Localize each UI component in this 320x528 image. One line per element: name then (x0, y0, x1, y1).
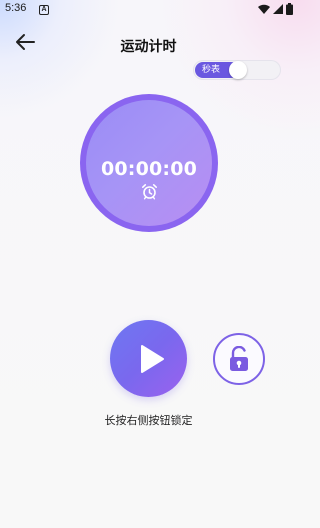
alarm-clock-icon (142, 184, 157, 200)
page-title: 运动计时 (120, 39, 177, 55)
status-bar: 5:36 A (0, 0, 297, 20)
lock-button[interactable] (213, 333, 265, 385)
play-button[interactable] (110, 320, 187, 397)
timer-face: 00:00:00 (86, 100, 212, 226)
battery-icon (286, 3, 293, 15)
timer-display: 00:00:00 (80, 94, 218, 232)
lock-hint-text: 长按右侧按钮锁定 (104, 414, 193, 427)
status-icons (258, 3, 293, 15)
status-time: 5:36 (5, 2, 27, 14)
toggle-knob (229, 61, 247, 79)
unlock-icon (230, 346, 248, 371)
signal-icon (273, 3, 283, 14)
stopwatch-toggle[interactable]: 秒表 (193, 60, 281, 80)
timer-value: 00:00:00 (100, 158, 198, 180)
play-icon (141, 345, 164, 373)
wifi-icon (258, 4, 270, 14)
notification-badge: A (39, 5, 49, 15)
